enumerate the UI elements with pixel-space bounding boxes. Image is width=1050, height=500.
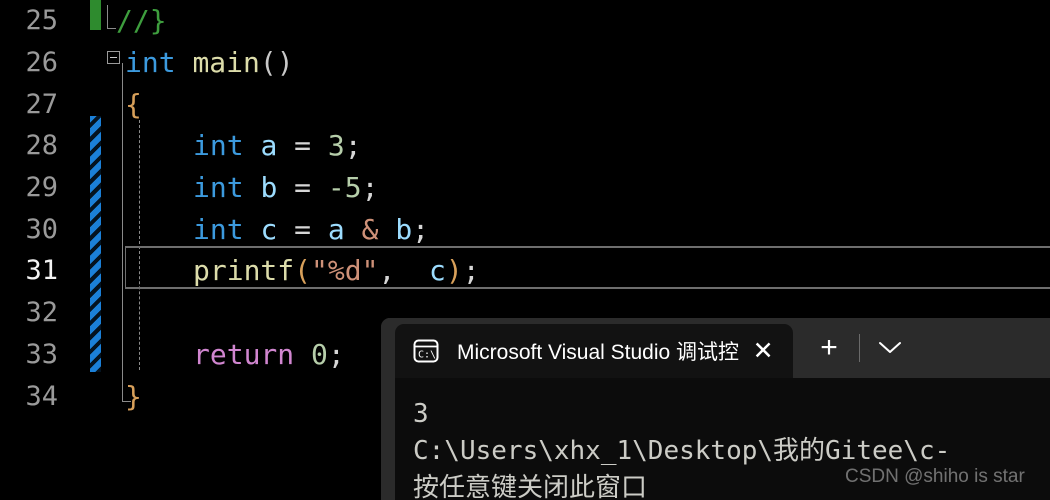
code-token: 0 [311,337,328,371]
code-token: = [277,171,328,205]
code-token: ; [462,254,480,288]
code-token: "%d" [311,254,379,288]
terminal-tab-close-icon[interactable]: ✕ [739,329,787,373]
code-token: () [259,46,294,80]
code-token: int [193,212,244,246]
code-line-content: //} [116,4,167,37]
code-token: ; [412,212,430,246]
code-line[interactable]: 28 int a = 3; [0,125,1050,167]
code-line-content: int a = 3; [193,129,362,162]
code-token: 3 [327,129,345,163]
terminal-toolbar-separator [859,334,861,362]
line-number: 25 [25,5,58,37]
line-number: 27 [25,88,58,120]
code-line-content: int c = a & b; [193,213,429,246]
code-token: return [193,337,295,371]
line-number: 26 [25,47,58,79]
code-token: //} [116,4,167,38]
code-token: a [327,212,345,246]
code-token: printf [193,254,295,288]
code-token: = [277,212,328,246]
code-line[interactable]: 29 int b = -5; [0,167,1050,209]
code-line[interactable]: 25 //} [0,0,1050,42]
code-token: = [277,129,328,163]
code-token: int [193,129,244,163]
code-line-content: } [125,380,142,413]
code-line[interactable]: 26 int main() [0,42,1050,84]
code-token: & [361,212,379,246]
code-token: -5 [327,171,362,205]
code-token: c [260,212,278,246]
code-token: a [260,129,278,163]
code-token: main [192,46,260,80]
terminal-window[interactable]: C:\ Microsoft Visual Studio 调试控 ✕ + 3 C:… [381,318,1050,500]
code-line[interactable]: 31 printf("%d", c); [0,250,1050,292]
line-number: 29 [25,172,58,204]
chevron-down-icon[interactable] [864,324,916,372]
code-token: ) [445,254,463,288]
code-token: ( [294,254,312,288]
code-line[interactable]: 30 int c = a & b; [0,208,1050,250]
screen-root: 25//} 26 int main() 27{28 int a = 3; 29 int b … [0,0,1050,500]
code-token: { [125,87,142,121]
code-token: , [378,254,413,288]
console-cmd-icon: C:\ [411,336,441,366]
terminal-output-line: 按任意键关闭此窗口 [413,473,648,500]
line-number: 32 [25,297,58,329]
code-token: b [260,171,278,205]
code-line-content: { [125,88,142,121]
terminal-output[interactable]: 3 C:\Users\xhx_1\Desktop\我的Gitee\c- 按任意键… [395,378,1050,500]
terminal-tab-title: Microsoft Visual Studio 调试控 [457,341,740,364]
line-number: 30 [25,213,58,245]
code-line-content: return 0; [193,338,345,371]
terminal-tab[interactable]: C:\ Microsoft Visual Studio 调试控 ✕ [395,324,794,378]
code-token: ; [361,171,379,205]
code-token: } [125,379,142,413]
terminal-output-line: C:\Users\xhx_1\Desktop\我的Gitee\c- [413,436,951,466]
code-line-content: printf("%d", c); [193,254,480,287]
terminal-output-line: 3 [413,399,429,429]
code-token: ; [327,337,345,371]
terminal-new-tab-button[interactable]: + [803,324,855,372]
line-number: 31 [25,255,58,287]
terminal-titlebar[interactable]: C:\ Microsoft Visual Studio 调试控 ✕ + [381,318,1050,378]
code-token: b [395,212,413,246]
line-number: 34 [25,380,58,412]
code-line-content: int main() [125,46,294,79]
code-token: int [193,171,244,205]
code-token: int [125,46,176,80]
code-line-content: int b = -5; [193,171,378,204]
code-token: ; [344,129,362,163]
code-token: c [412,254,446,288]
svg-text:C:\: C:\ [418,350,436,361]
code-line[interactable]: 27 { [0,83,1050,125]
line-number: 28 [25,130,58,162]
line-number: 33 [25,338,58,370]
